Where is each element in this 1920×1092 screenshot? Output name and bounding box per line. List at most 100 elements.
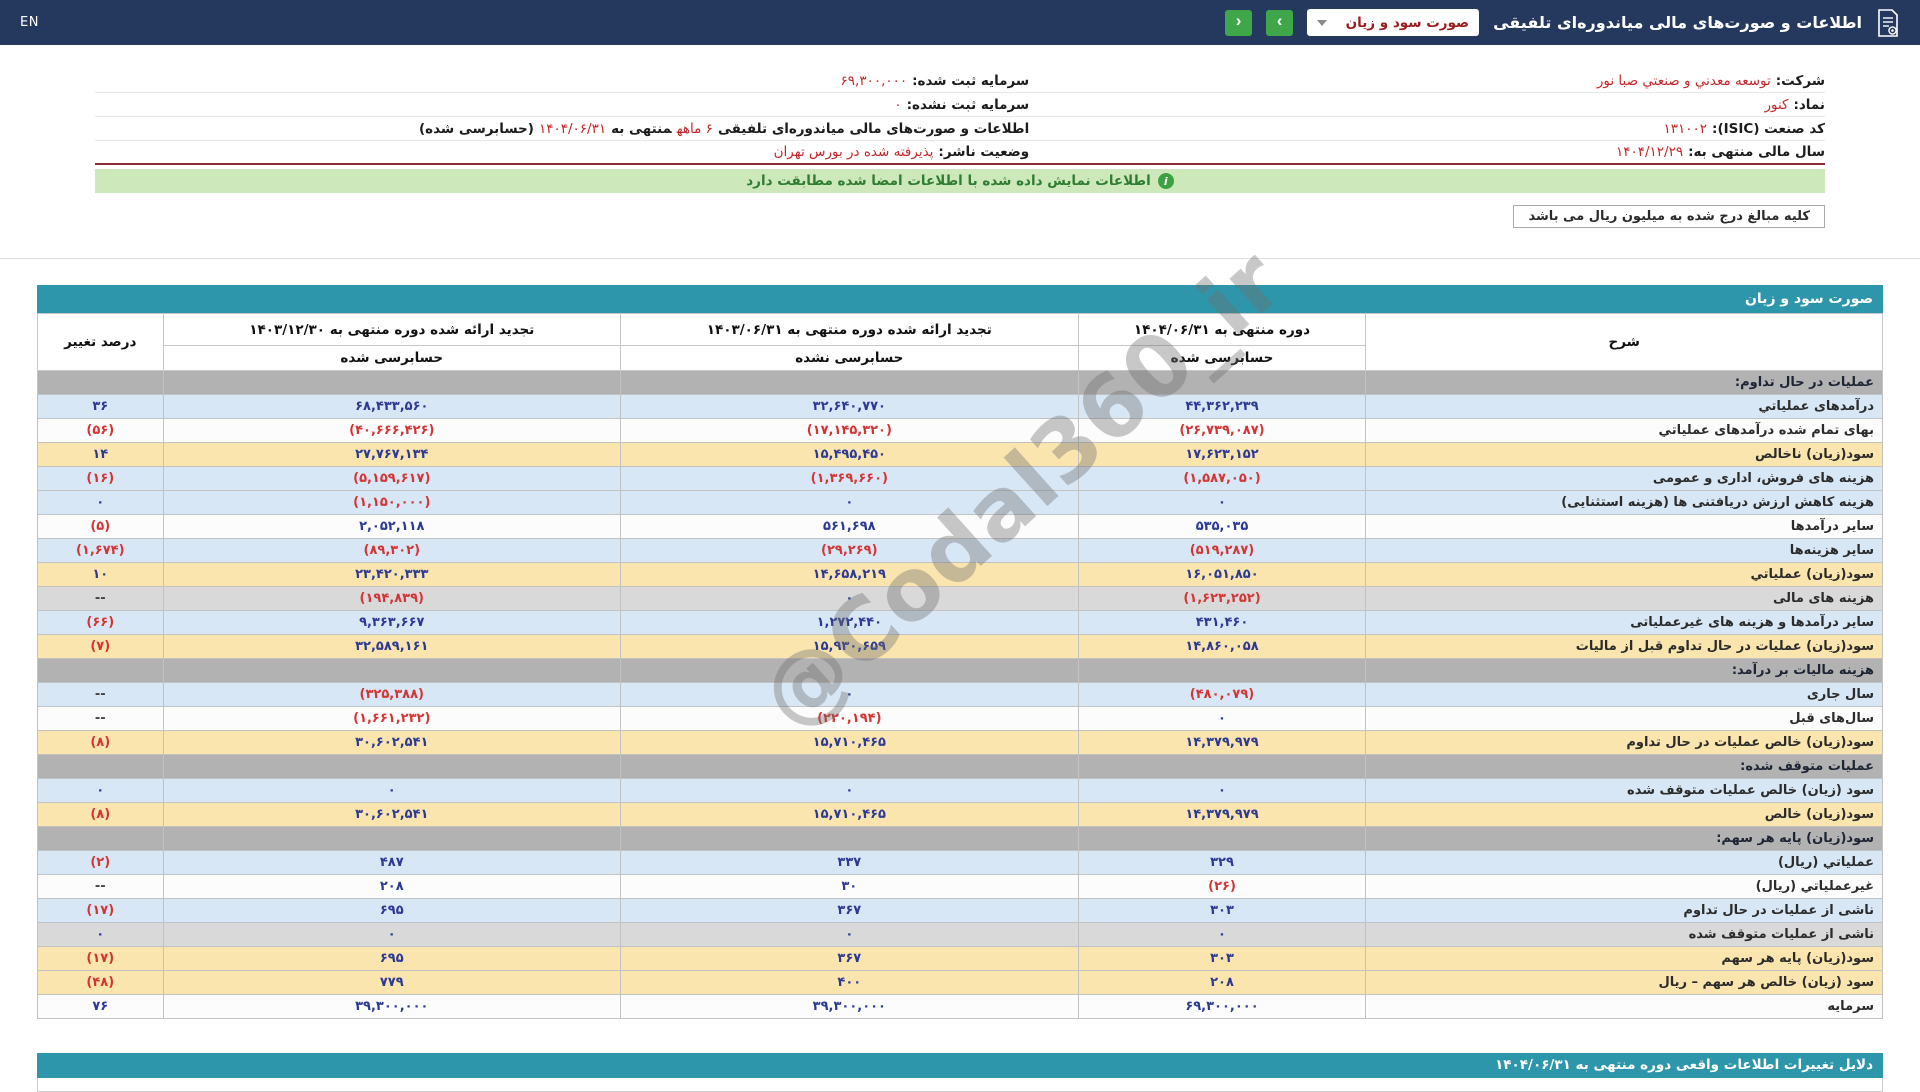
row-value-current: ۱۴,۳۷۹,۹۷۹ — [1077, 730, 1367, 755]
row-label: سایر درآمدها — [1365, 514, 1883, 539]
row-value-prior: ۱۵,۷۱۰,۴۶۵ — [620, 802, 1079, 827]
statement-row: سود(زیان) خالص ۱۴,۳۷۹,۹۷۹ ۱۵,۷۱۰,۴۶۵ ۳۰,۶۰۲… — [37, 802, 1883, 827]
row-value-current: (۲۶) — [1077, 874, 1367, 899]
row-percent-change: (۷) — [37, 634, 164, 659]
row-label: عملیات در حال تداوم: — [1365, 370, 1883, 395]
row-percent-change: (۲) — [37, 850, 164, 875]
row-value-year: (۱,۶۶۱,۲۳۲) — [162, 706, 622, 731]
table-header-row: شرح دوره منتهی به ۱۴۰۴/۰۶/۳۱ تجدید ارائه… — [37, 313, 1883, 371]
language-toggle-en[interactable]: EN — [20, 15, 39, 30]
row-label: سال‌های قبل — [1365, 706, 1883, 731]
info-value: ۱۳۱۰۰۲ — [1663, 120, 1708, 137]
statement-row: عملیاتي (ریال) ۳۲۹ ۳۳۷ ۴۸۷ (۲) — [37, 850, 1883, 875]
row-value-prior: ۱,۲۷۲,۴۴۰ — [620, 610, 1079, 635]
row-value-current: ۰ — [1077, 706, 1367, 731]
income-statement-section: صورت سود و زیان شرح دوره منتهی به ۱۴۰۴/۰… — [37, 285, 1883, 1019]
company-info: شرکت:توسعه معدني و صنعتي صبا نور سرمایه ث… — [95, 69, 1825, 165]
row-label: سود(زیان) پایه هر سهم: — [1365, 826, 1883, 851]
statement-row: ناشی از عملیات در حال تداوم ۳۰۳ ۳۶۷ ۶۹۵ (۱۷) — [37, 898, 1883, 923]
row-value-year: ۳۹,۳۰۰,۰۰۰ — [162, 994, 622, 1019]
prev-report-button[interactable]: ‹ — [1225, 9, 1253, 36]
section-header-row: عملیات در حال تداوم: — [37, 370, 1883, 395]
income-statement-body: عملیات در حال تداوم: درآمدهای عملیاتي ۴۴,۳… — [37, 370, 1883, 1019]
row-value-prior: ۰ — [620, 586, 1079, 611]
row-label: سود(زیان) عملیات در حال تداوم قبل از مال… — [1365, 634, 1883, 659]
row-value-year: (۱,۱۵۰,۰۰۰) — [162, 490, 622, 515]
row-value-prior: ۱۴,۶۵۸,۲۱۹ — [620, 562, 1079, 587]
info-label: سرمایه ثبت نشده: — [906, 96, 1030, 113]
company-info-row: شرکت:توسعه معدني و صنعتي صبا نور سرمایه ث… — [95, 69, 1825, 93]
row-value-year: ۴۸۷ — [162, 850, 622, 875]
row-value-year: ۰ — [162, 922, 622, 947]
row-value-prior: (۱۷,۱۴۵,۳۲۰) — [620, 418, 1079, 443]
row-value-year: ۶۹۵ — [162, 946, 622, 971]
col-header-description: شرح — [1365, 313, 1883, 371]
info-label: وضعیت ناشر: — [938, 144, 1030, 160]
statement-row: هزینه های مالی (۱,۶۲۳,۲۵۲) ۰ (۱۹۴,۸۳۹) -- — [37, 586, 1883, 611]
row-value-current: ۳۰۳ — [1077, 946, 1367, 971]
statement-row: سایر درآمدها و هزینه های غیرعملیاتی ۴۳۱,۴… — [37, 610, 1883, 635]
row-value-year: ۷۷۹ — [162, 970, 622, 995]
income-statement-table: شرح دوره منتهی به ۱۴۰۴/۰۶/۳۱ تجدید ارائه… — [37, 313, 1883, 1019]
row-value-year: ۳۲,۵۸۹,۱۶۱ — [162, 634, 622, 659]
row-percent-change: ۳۶ — [37, 394, 164, 419]
row-percent-change: ۰ — [37, 490, 164, 515]
row-label: درآمدهای عملیاتي — [1365, 394, 1883, 419]
row-label: هزینه های مالی — [1365, 586, 1883, 611]
row-value-prior: ۴۰۰ — [620, 970, 1079, 995]
company-info-row: نماد:کنور سرمایه ثبت نشده:۰ — [95, 93, 1825, 117]
next-report-button[interactable]: › — [1266, 9, 1294, 36]
chevron-down-icon — [1317, 19, 1328, 26]
row-value-year: ۶۸,۴۳۳,۵۶۰ — [162, 394, 622, 419]
statement-row: غیرعملیاتي (ریال) (۲۶) ۳۰ ۲۰۸ -- — [37, 874, 1883, 899]
row-percent-change: -- — [37, 586, 164, 611]
row-label: سرمایه — [1365, 994, 1883, 1019]
row-value-year — [162, 370, 622, 395]
info-value: ۶ ماهه — [676, 120, 713, 137]
statement-row: سود(زیان) عملیاتي ۱۶,۰۵۱,۸۵۰ ۱۴,۶۵۸,۲۱۹ ۲۳,… — [37, 562, 1883, 587]
row-percent-change: ۰ — [37, 778, 164, 803]
info-value: ۱۴۰۴/۱۲/۲۹ — [1615, 144, 1684, 160]
row-label: ناشی از عملیات متوقف شده — [1365, 922, 1883, 947]
row-percent-change — [37, 754, 164, 779]
row-value-current: ۱۴,۳۷۹,۹۷۹ — [1077, 802, 1367, 827]
row-value-current — [1077, 826, 1367, 851]
report-type-dropdown[interactable]: صورت سود و زیان — [1307, 9, 1480, 36]
statement-row: سود (زیان) خالص هر سهم – ریال ۲۰۸ ۴۰۰ ۷۷۹ (۴… — [37, 970, 1883, 995]
statement-row: هزینه کاهش ارزش دریافتنی ها (هزینه استثن… — [37, 490, 1883, 515]
row-label: سود(زیان) پایه هر سهم — [1365, 946, 1883, 971]
row-percent-change: ۱۰ — [37, 562, 164, 587]
info-label: منتهی به — [611, 120, 672, 137]
row-value-current: ۱۴,۸۶۰,۰۵۸ — [1077, 634, 1367, 659]
row-label: سال جاری — [1365, 682, 1883, 707]
row-percent-change: (۵) — [37, 514, 164, 539]
section-header-row: عملیات متوقف شده: — [37, 754, 1883, 779]
row-value-year — [162, 754, 622, 779]
row-value-year — [162, 658, 622, 683]
company-info-row: کد صنعت (ISIC):۱۳۱۰۰۲ اطلاعات و صورت‌های … — [95, 117, 1825, 141]
row-value-year: (۴۰,۶۶۶,۴۲۶) — [162, 418, 622, 443]
row-value-prior — [620, 370, 1079, 395]
row-percent-change — [37, 658, 164, 683]
row-percent-change — [37, 826, 164, 851]
row-value-current: (۱,۶۲۳,۲۵۲) — [1077, 586, 1367, 611]
page-title: اطلاعات و صورت‌های مالی میاندوره‌ای تلفی… — [1493, 13, 1862, 32]
row-label: سایر درآمدها و هزینه های غیرعملیاتی — [1365, 610, 1883, 635]
next-section-stub — [37, 1078, 1883, 1092]
row-value-year — [162, 826, 622, 851]
col-header-period-prior: تجدید ارائه شده دوره منتهی به ۱۴۰۳/۰۶/۳۱ — [620, 313, 1079, 346]
row-value-current: (۴۸۰,۰۷۹) — [1077, 682, 1367, 707]
row-percent-change: -- — [37, 874, 164, 899]
row-percent-change: -- — [37, 706, 164, 731]
row-value-current: (۵۱۹,۲۸۷) — [1077, 538, 1367, 563]
row-value-prior: ۱۵,۹۳۰,۶۵۹ — [620, 634, 1079, 659]
row-label: سود (زیان) خالص عملیات متوقف شده — [1365, 778, 1883, 803]
row-value-prior — [620, 754, 1079, 779]
row-value-year: ۹,۳۶۳,۶۶۷ — [162, 610, 622, 635]
row-value-prior: ۳۲,۶۴۰,۷۷۰ — [620, 394, 1079, 419]
row-value-current — [1077, 658, 1367, 683]
statement-row: سایر هزینه‌ها (۵۱۹,۲۸۷) (۲۹,۲۶۹) (۸۹,۳۰۲) (۱… — [37, 538, 1883, 563]
statement-row: سود(زیان) ناخالص ۱۷,۶۲۳,۱۵۲ ۱۵,۴۹۵,۴۵۰ ۲۷,۷… — [37, 442, 1883, 467]
row-label: غیرعملیاتي (ریال) — [1365, 874, 1883, 899]
row-value-year: ۳۰,۶۰۲,۵۴۱ — [162, 730, 622, 755]
